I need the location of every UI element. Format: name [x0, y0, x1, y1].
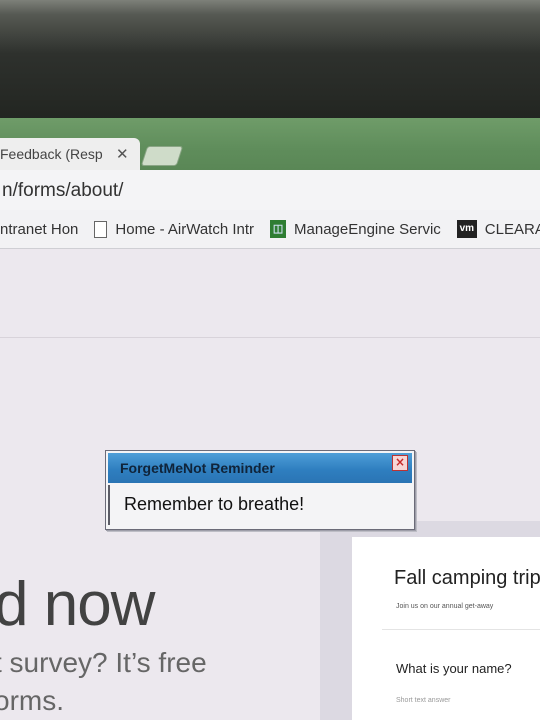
form-preview-question: What is your name?	[396, 661, 512, 676]
popup-title: ForgetMeNot Reminder	[120, 460, 275, 476]
close-icon[interactable]: ✕	[116, 145, 129, 163]
page-icon	[94, 220, 108, 238]
tab-title: Feedback (Resp	[0, 146, 103, 162]
reminder-popup[interactable]: ForgetMeNot Reminder × Remember to breat…	[105, 450, 415, 530]
form-preview-card[interactable]: Fall camping trip Join us on our annual …	[352, 537, 540, 720]
hero-subtext-line2: orms.	[0, 685, 64, 716]
close-icon[interactable]: ×	[392, 455, 408, 471]
bookmark-label: ManageEngine Servic	[294, 220, 441, 238]
browser-toolbar: n/forms/about/	[0, 170, 540, 211]
manageengine-icon: ◫	[270, 220, 287, 238]
form-preview-divider	[382, 629, 540, 630]
vm-icon: vm	[456, 220, 477, 238]
header-divider	[0, 337, 540, 338]
popup-message: Remember to breathe!	[124, 494, 305, 514]
bookmark-airwatch[interactable]: Home - AirWatch Intr	[94, 220, 255, 238]
hero-heading: d now	[0, 570, 155, 639]
new-tab-button[interactable]	[140, 146, 184, 166]
screen: Feedback (Resp ✕ n/forms/about/ ntranet …	[0, 118, 540, 720]
monitor-bezel	[0, 0, 540, 120]
page-content: d now t survey? It’s free orms. Fall cam…	[0, 249, 540, 720]
popup-titlebar[interactable]: ForgetMeNot Reminder ×	[108, 453, 412, 483]
bookmark-label: ntranet Hon	[0, 220, 79, 238]
browser-tab[interactable]: Feedback (Resp ✕	[0, 138, 140, 170]
bookmarks-bar: ntranet Hon Home - AirWatch Intr ◫ Manag…	[0, 210, 540, 249]
form-preview-title: Fall camping trip	[394, 567, 540, 589]
bookmark-label: Home - AirWatch Intr	[115, 220, 255, 238]
bookmark-label: CLEARA	[484, 220, 540, 238]
popup-body: Remember to breathe!	[108, 485, 410, 525]
address-bar[interactable]: n/forms/about/	[0, 178, 540, 204]
hero-subtext-line1: t survey? It’s free	[0, 647, 207, 678]
bookmark-cleara[interactable]: vm CLEARA	[456, 220, 540, 238]
form-preview-answer-hint: Short text answer	[396, 697, 451, 704]
bookmark-manageengine[interactable]: ◫ ManageEngine Servic	[270, 220, 441, 238]
browser-tabstrip: Feedback (Resp ✕	[0, 118, 540, 170]
form-preview-description: Join us on our annual get-away	[396, 603, 494, 610]
bookmark-intranet-home[interactable]: ntranet Hon	[0, 221, 78, 238]
